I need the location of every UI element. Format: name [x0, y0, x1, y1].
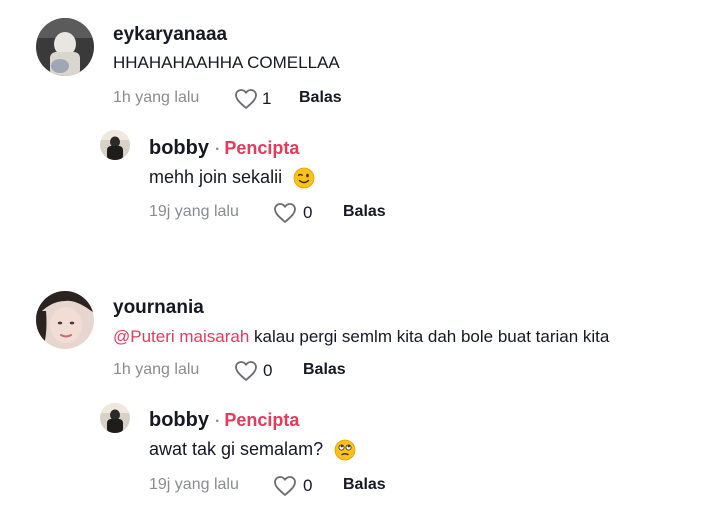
comment-username[interactable]: eykaryanaaa: [113, 24, 227, 46]
reply-text: awat tak gi semalam?: [149, 439, 324, 459]
heart-icon[interactable]: [273, 475, 297, 497]
reply-timestamp: 19j yang lalu: [149, 203, 239, 220]
avatar[interactable]: [36, 18, 94, 76]
reply-username[interactable]: bobby: [149, 409, 209, 431]
reply-button[interactable]: Balas: [343, 203, 386, 221]
comment-text: HHAHAHAAHHA COMELLAA: [113, 53, 340, 72]
comment-text: kalau pergi semlm kita dah bole buat tar…: [249, 327, 610, 346]
heart-icon[interactable]: [273, 202, 297, 224]
comment-timestamp: 1h yang lalu: [113, 89, 200, 106]
winking-face-icon: [293, 167, 315, 189]
reply-timestamp: 19j yang lalu: [149, 476, 239, 493]
heart-icon[interactable]: [234, 360, 258, 382]
reply-button[interactable]: Balas: [343, 476, 386, 494]
like-count: 0: [303, 476, 313, 495]
reply-button[interactable]: Balas: [303, 361, 346, 379]
separator-dot: ·: [215, 413, 221, 430]
comment-username[interactable]: yournania: [113, 297, 204, 319]
creator-badge: Pencipta: [224, 410, 300, 430]
reply-username-line: bobby · Pencipta: [149, 409, 299, 432]
avatar[interactable]: [100, 403, 130, 433]
like-count: 0: [303, 203, 313, 222]
face-with-rolling-eyes-icon: [334, 439, 356, 461]
reply-button[interactable]: Balas: [299, 89, 342, 107]
mention-link[interactable]: @Puteri maisarah: [113, 327, 249, 346]
creator-badge: Pencipta: [224, 138, 300, 158]
reply-text-line: awat tak gi semalam?: [149, 439, 356, 461]
reply-username[interactable]: bobby: [149, 137, 209, 159]
like-count: 1: [262, 89, 272, 108]
avatar[interactable]: [36, 291, 94, 349]
like-count: 0: [263, 361, 273, 380]
separator-dot: ·: [215, 141, 221, 158]
reply-text: mehh join sekalii: [149, 167, 283, 187]
heart-icon[interactable]: [234, 88, 258, 110]
reply-username-line: bobby · Pencipta: [149, 137, 299, 160]
comment-text-line: @Puteri maisarah kalau pergi semlm kita …: [113, 327, 609, 347]
comment-timestamp: 1h yang lalu: [113, 361, 200, 378]
reply-text-line: mehh join sekalii: [149, 167, 315, 189]
avatar[interactable]: [100, 130, 130, 160]
